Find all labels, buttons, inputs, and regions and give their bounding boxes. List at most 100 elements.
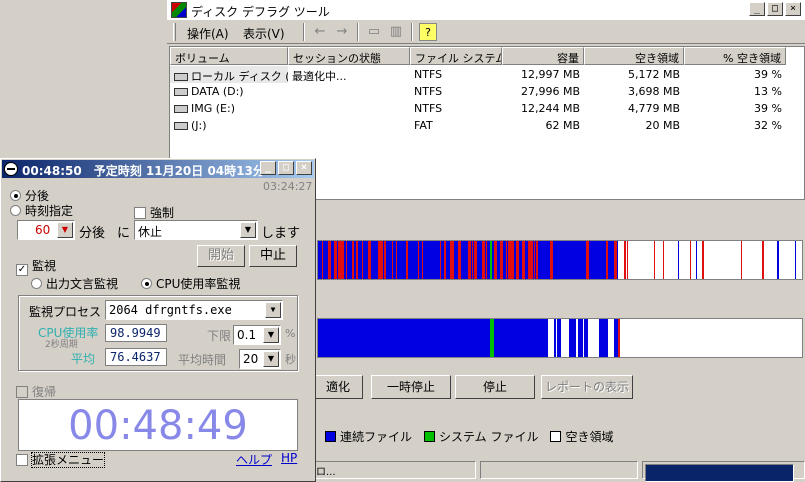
col-capacity[interactable]: 容量 [502,47,584,65]
help-icon[interactable]: ? [419,23,437,41]
fragment-block [762,241,764,279]
chevron-down-icon[interactable]: ▼ [265,302,281,318]
fragment-block [777,241,779,279]
col-free[interactable]: 空き領域 [584,47,684,65]
progress-fill [645,464,794,482]
chevron-down-icon[interactable]: ▼ [57,222,73,238]
fragmented-block [356,241,358,279]
avg-time-select[interactable]: 20 ▼ [239,349,281,369]
chevron-down-icon[interactable]: ▼ [263,351,279,367]
fragmented-block [510,241,512,279]
radio-off-icon [31,278,42,289]
fragmented-block [440,241,441,279]
mode-time-radio[interactable]: 時刻指定 [10,202,73,219]
chevron-down-icon[interactable]: ▼ [240,222,256,238]
progress-bar [642,461,805,482]
row-status: 最適化中... [292,70,347,83]
row-status [288,83,410,100]
monitor-checkbox[interactable]: ✓ 監視 [16,257,56,276]
fragmented-block [550,241,553,279]
fragmented-block [522,241,525,279]
col-volume[interactable]: ボリューム [170,47,288,65]
statusbar: ロ... [313,461,805,482]
process-select[interactable]: 2064 dfrgntfs.exe ▼ [105,300,283,320]
lower-select[interactable]: 0.1 ▼ [233,325,281,345]
legend-contiguous: 連続ファイル [340,430,413,444]
fragment-block [627,241,628,279]
hp-link[interactable]: HP [281,451,297,465]
fragment-block [702,241,704,279]
fragmented-block [500,241,502,279]
analysis-map [318,241,796,279]
fragmented-block [484,241,485,279]
table-row[interactable]: IMG (E:) NTFS 12,244 MB 4,779 MB 39 % [170,100,804,117]
contiguous-block [572,319,574,357]
fragmented-block [368,241,370,279]
ext-menu-checkbox[interactable]: 拡張メニュー [16,451,106,468]
pause-button[interactable]: 一時停止 [371,375,451,399]
table-row[interactable]: (J:) FAT 62 MB 20 MB 32 % [170,117,804,134]
fragment-block [678,241,679,279]
contiguous-block [605,319,608,357]
fragmented-block [346,241,347,279]
fragmented-block [506,241,507,279]
table-row[interactable]: DATA (D:) NTFS 27,996 MB 3,698 MB 13 % [170,83,804,100]
report-button[interactable]: レポートの表示 [541,375,633,399]
contiguous-region [318,319,548,357]
legend-swatch-contiguous [325,431,336,442]
fragmented-block [352,241,354,279]
monitor-cpu-radio[interactable]: CPU使用率監視 [141,275,240,292]
fragmented-block [328,241,331,279]
start-button[interactable]: 開始 [197,245,245,267]
avg-label: 平均 [71,352,96,366]
action-select[interactable]: 休止 ▼ [134,220,258,240]
col-fs[interactable]: ファイル システム [410,47,502,65]
row-fs: NTFS [414,85,443,98]
table-row[interactable]: ローカル ディスク (C:) 最適化中... NTFS 12,997 MB 5,… [170,66,804,83]
fragmented-block [342,241,344,279]
back-arrow-icon[interactable]: ← [311,23,329,41]
menu-action[interactable]: 操作(A) [187,25,229,42]
checkbox-checked-icon: ✓ [16,264,28,276]
fragmented-block [616,241,617,279]
col-pct-free[interactable]: % 空き領域 [684,47,786,65]
fragmented-block [384,241,386,279]
legend-free: 空き領域 [565,430,614,444]
row-fs: NTFS [414,68,443,81]
row-free: 20 MB [645,119,680,132]
folder-icon[interactable]: ▭ [365,23,383,41]
force-checkbox[interactable]: 強制 [134,204,174,221]
fragmented-block [458,241,461,279]
fragmented-block [472,241,473,279]
close-icon[interactable]: × [296,161,312,175]
minimize-icon[interactable]: _ [260,161,276,175]
defrag-app-icon [171,2,187,18]
drive-icon [174,73,188,81]
col-status[interactable]: セッションの状態 [288,47,410,65]
row-free: 3,698 MB [627,85,680,98]
close-icon[interactable]: × [785,2,801,16]
system-block [490,241,492,279]
chevron-down-icon[interactable]: ▼ [263,327,279,343]
minimize-icon[interactable]: _ [749,2,765,16]
monitor-output-radio[interactable]: 出力文言監視 [31,275,118,292]
fragment-block [690,241,691,279]
fragment-block [654,241,655,279]
legend-swatch-free [550,431,562,442]
stop-timer-button[interactable]: 中止 [249,245,297,267]
toolbar-grip [173,23,176,41]
stop-button[interactable]: 停止 [455,375,535,399]
minutes-select[interactable]: 60 ▼ [17,220,75,240]
restore-checkbox[interactable]: 復帰 [16,383,56,400]
menu-view[interactable]: 表示(V) [243,25,285,42]
legend-system: システム ファイル [439,430,539,444]
cpu-sub-label: 2秒周期 [45,340,78,350]
panel-icon[interactable]: ▥ [387,23,405,41]
maximize-icon[interactable]: □ [278,161,294,175]
help-link[interactable]: ヘルプ [236,451,272,468]
forward-arrow-icon[interactable]: → [333,23,351,41]
maximize-icon[interactable]: □ [767,2,783,16]
analyze-button[interactable]: 適化 [313,375,363,399]
row-capacity: 27,996 MB [520,85,580,98]
fragmented-block [370,241,371,279]
